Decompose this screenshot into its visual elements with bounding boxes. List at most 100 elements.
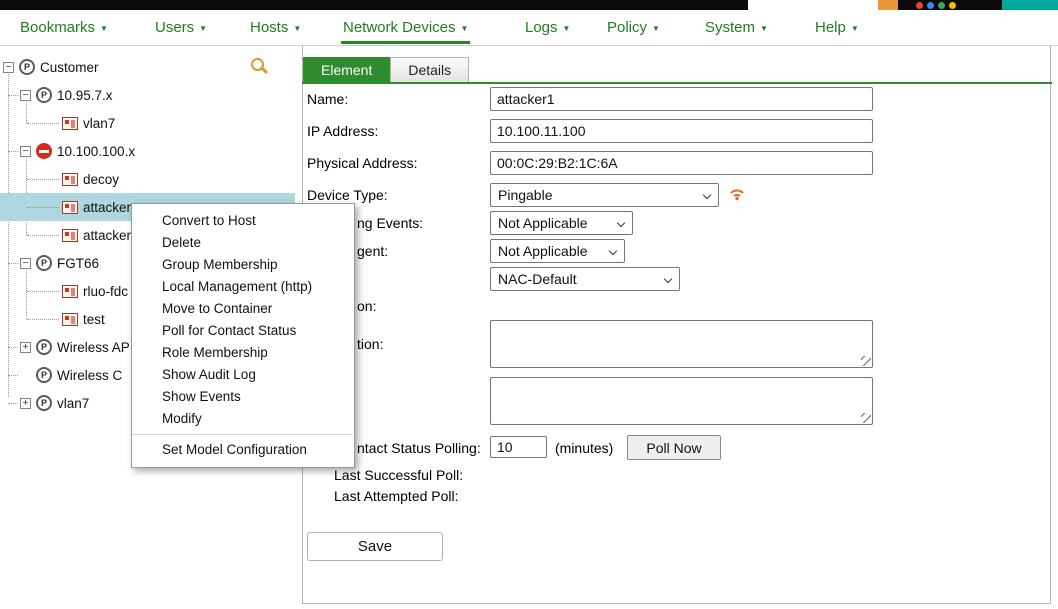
detail-panel: Element Details Name: IP Address: Physic… [302, 46, 1051, 604]
expand-icon[interactable]: + [20, 342, 31, 353]
physical-address-label: Physical Address: [307, 155, 418, 171]
browser-teal-block [1002, 0, 1058, 10]
collapse-icon[interactable]: − [20, 258, 31, 269]
device-type-label: Device Type: [307, 187, 388, 203]
tab-details[interactable]: Details [390, 57, 469, 82]
app-window: Bookmarks ▼ Users ▼ Hosts ▼ Network Devi… [0, 0, 1058, 609]
tree-label: vlan7 [57, 396, 89, 411]
menubar-item-bookmarks[interactable]: Bookmarks ▼ [20, 10, 108, 45]
multiline-field-2[interactable] [490, 377, 873, 425]
menubar-item-logs[interactable]: Logs ▼ [525, 10, 570, 45]
tree-item-vlan7-device[interactable]: vlan7 [0, 109, 295, 137]
browser-orange-block [878, 0, 898, 10]
context-menu-item-role-membership[interactable]: Role Membership [132, 342, 354, 364]
context-menu-item-move-to-container[interactable]: Move to Container [132, 298, 354, 320]
dropdown-arrow-icon: ▼ [100, 22, 108, 33]
selected-value: Not Applicable [498, 215, 588, 231]
dropdown-chevron-icon [664, 275, 672, 283]
dropdown-arrow-icon: ▼ [461, 22, 469, 33]
context-menu-item-set-model-configuration[interactable]: Set Model Configuration [132, 439, 354, 461]
name-label: Name: [307, 91, 348, 107]
dropdown-arrow-icon: ▼ [199, 22, 207, 33]
menubar-item-system[interactable]: System ▼ [705, 10, 768, 45]
context-menu-separator [133, 434, 353, 435]
tab-bar: Element Details [303, 57, 469, 82]
container-icon: P [36, 367, 52, 383]
tree-label: decoy [83, 172, 119, 187]
resize-handle-icon[interactable] [861, 356, 871, 366]
dropdown-chevron-icon [617, 219, 625, 227]
tree-item-decoy[interactable]: decoy [0, 165, 295, 193]
browser-topbar [0, 0, 1058, 10]
extension-icon [938, 2, 945, 9]
menu-label: Policy [607, 19, 647, 36]
menubar-item-network-devices[interactable]: Network Devices ▼ [343, 10, 468, 45]
expand-icon[interactable]: + [20, 398, 31, 409]
dropdown-chevron-icon [609, 247, 617, 255]
context-menu-item-local-management[interactable]: Local Management (http) [132, 276, 354, 298]
events-select[interactable]: Not Applicable [490, 211, 633, 235]
tree-label: rluo-fdc [83, 284, 128, 299]
dropdown-chevron-icon [703, 191, 711, 199]
container-icon: P [36, 255, 52, 271]
tree-label: vlan7 [83, 116, 115, 131]
device-icon [62, 117, 78, 130]
menubar-item-policy[interactable]: Policy ▼ [607, 10, 660, 45]
agent-label-fragment: gent: [357, 243, 388, 259]
wireless-signal-icon [728, 183, 746, 201]
container-icon: P [36, 87, 52, 103]
tree-label: attacker [83, 200, 131, 215]
menu-label: Users [155, 19, 194, 36]
tree-item-10-100-100-x[interactable]: − 10.100.100.x [0, 137, 295, 165]
context-menu-item-poll-for-contact-status[interactable]: Poll for Contact Status [132, 320, 354, 342]
extension-icon [916, 2, 923, 9]
resize-handle-icon[interactable] [861, 413, 871, 423]
context-menu-item-show-events[interactable]: Show Events [132, 386, 354, 408]
dropdown-arrow-icon: ▼ [760, 22, 768, 33]
menu-label: System [705, 19, 755, 36]
context-menu-item-convert-to-host[interactable]: Convert to Host [132, 210, 354, 232]
menubar: Bookmarks ▼ Users ▼ Hosts ▼ Network Devi… [0, 10, 1058, 46]
menu-label: Network Devices [343, 19, 456, 36]
agent-select[interactable]: Not Applicable [490, 239, 625, 263]
polling-interval-input[interactable] [490, 436, 547, 458]
tree-label: Wireless AP [57, 340, 130, 355]
device-icon [62, 285, 78, 298]
context-menu-item-delete[interactable]: Delete [132, 232, 354, 254]
label-fragment-tion: tion: [357, 336, 383, 352]
physical-address-input[interactable] [490, 151, 873, 175]
container-icon: P [36, 339, 52, 355]
search-icon[interactable] [250, 57, 268, 75]
device-icon [62, 229, 78, 242]
menu-label: Hosts [250, 19, 288, 36]
multiline-field-1[interactable] [490, 320, 873, 368]
nac-profile-select[interactable]: NAC-Default [490, 267, 680, 291]
poll-now-button[interactable]: Poll Now [627, 435, 721, 460]
tab-element[interactable]: Element [303, 57, 390, 82]
collapse-icon[interactable]: − [20, 146, 31, 157]
collapse-icon[interactable]: − [3, 62, 14, 73]
dropdown-arrow-icon: ▼ [652, 22, 660, 33]
expander-spacer [20, 370, 31, 381]
last-attempted-poll-label: Last Attempted Poll: [334, 488, 459, 504]
context-menu-item-group-membership[interactable]: Group Membership [132, 254, 354, 276]
selected-value: Pingable [498, 187, 553, 203]
label-fragment-on: on: [357, 298, 376, 314]
device-type-select[interactable]: Pingable [490, 183, 719, 207]
browser-tab-highlight [748, 0, 878, 10]
context-menu-item-show-audit-log[interactable]: Show Audit Log [132, 364, 354, 386]
tree-item-10-95-7-x[interactable]: − P 10.95.7.x [0, 81, 295, 109]
menubar-item-users[interactable]: Users ▼ [155, 10, 207, 45]
ip-address-input[interactable] [490, 119, 873, 143]
menubar-item-hosts[interactable]: Hosts ▼ [250, 10, 301, 45]
contact-polling-label-fragment: ntact Status Polling: [357, 440, 481, 456]
name-input[interactable] [490, 87, 873, 111]
save-button[interactable]: Save [307, 532, 443, 561]
selected-value: Not Applicable [498, 243, 588, 259]
menu-label: Bookmarks [20, 19, 95, 36]
collapse-icon[interactable]: − [20, 90, 31, 101]
tree-label: Customer [40, 60, 99, 75]
menubar-item-help[interactable]: Help ▼ [815, 10, 859, 45]
context-menu-item-modify[interactable]: Modify [132, 408, 354, 430]
polling-unit-label: (minutes) [555, 440, 613, 456]
